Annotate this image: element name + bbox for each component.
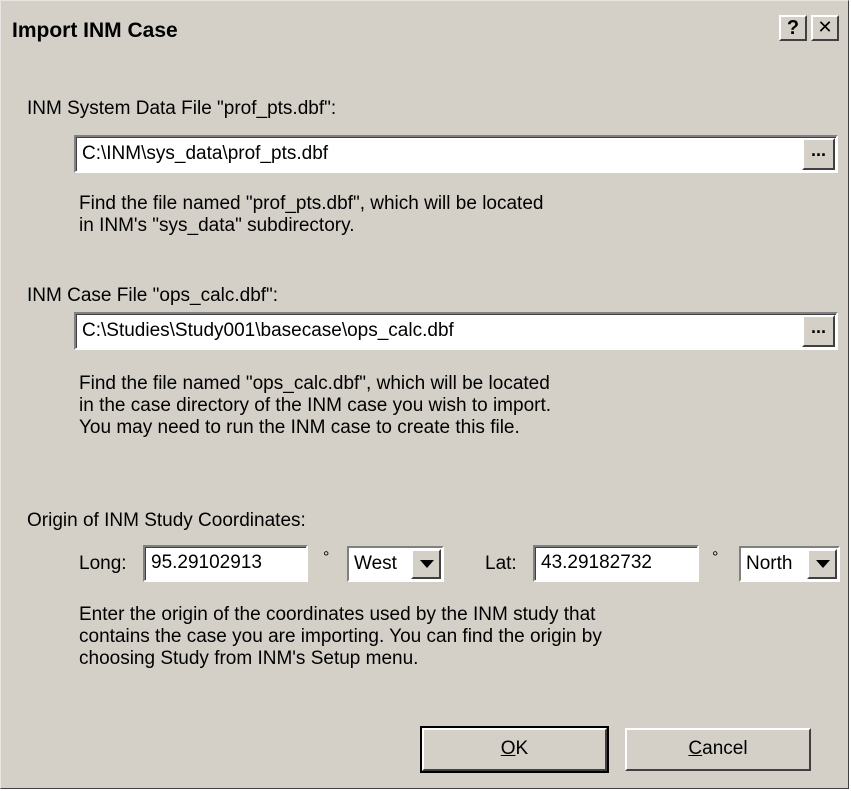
lat-input[interactable]: 43.29182732 [533, 545, 699, 582]
help-line: Find the file named "ops_calc.dbf", whic… [79, 373, 550, 394]
help-button[interactable]: ? [779, 15, 807, 41]
ok-mnemonic: O [500, 738, 516, 759]
system-file-help: Find the file named "prof_pts.dbf", whic… [79, 193, 543, 237]
chevron-down-icon [816, 560, 830, 568]
cancel-label: ancel [702, 738, 748, 759]
long-label: Long: [79, 553, 127, 574]
lat-direction-value: North [746, 553, 793, 574]
long-input[interactable]: 95.29102913 [143, 545, 308, 582]
system-file-browse-button[interactable]: ... [802, 138, 835, 170]
long-degree-symbol: ° [323, 549, 330, 566]
help-line: Enter the origin of the coordinates used… [79, 604, 596, 625]
case-file-input[interactable]: C:\Studies\Study001\basecase\ops_calc.db… [74, 312, 838, 350]
lat-degree-symbol: ° [712, 549, 719, 566]
help-line: contains the case you are importing. You… [79, 626, 602, 647]
cancel-button[interactable]: Cancel [625, 728, 811, 771]
case-file-help: Find the file named "ops_calc.dbf", whic… [79, 373, 551, 439]
help-line: choosing Study from INM's Setup menu. [79, 648, 419, 669]
origin-help: Enter the origin of the coordinates used… [79, 604, 602, 670]
long-direction-dropdown-button[interactable] [411, 549, 441, 579]
lat-label: Lat: [485, 553, 517, 574]
case-file-value: C:\Studies\Study001\basecase\ops_calc.db… [82, 320, 454, 341]
help-line: in the case directory of the INM case yo… [79, 395, 552, 416]
origin-label: Origin of INM Study Coordinates: [27, 510, 306, 531]
ok-button[interactable]: OK [420, 726, 609, 773]
case-file-label: INM Case File "ops_calc.dbf": [27, 285, 279, 306]
system-file-label: INM System Data File "prof_pts.dbf": [27, 98, 337, 119]
lat-direction-dropdown-button[interactable] [807, 549, 837, 579]
help-line: Find the file named "prof_pts.dbf", whic… [79, 193, 544, 214]
long-direction-select[interactable]: West [347, 546, 444, 582]
close-button[interactable]: ✕ [811, 15, 839, 41]
long-direction-value: West [354, 553, 397, 574]
case-file-browse-button[interactable]: ... [802, 315, 835, 347]
lat-direction-select[interactable]: North [739, 546, 840, 582]
long-value: 95.29102913 [151, 552, 262, 573]
system-file-value: C:\INM\sys_data\prof_pts.dbf [82, 143, 329, 164]
chevron-down-icon [420, 560, 434, 568]
dialog-title: Import INM Case [12, 19, 178, 42]
title-bar: Import INM Case ? ✕ [4, 4, 845, 58]
ok-label: K [515, 738, 529, 759]
lat-value: 43.29182732 [541, 552, 652, 573]
help-line: in INM's "sys_data" subdirectory. [79, 215, 355, 236]
system-file-input[interactable]: C:\INM\sys_data\prof_pts.dbf ... [74, 135, 838, 173]
import-inm-case-dialog: Import INM Case ? ✕ INM System Data File… [0, 0, 849, 789]
cancel-mnemonic: C [688, 738, 703, 759]
help-line: You may need to run the INM case to crea… [79, 417, 520, 438]
